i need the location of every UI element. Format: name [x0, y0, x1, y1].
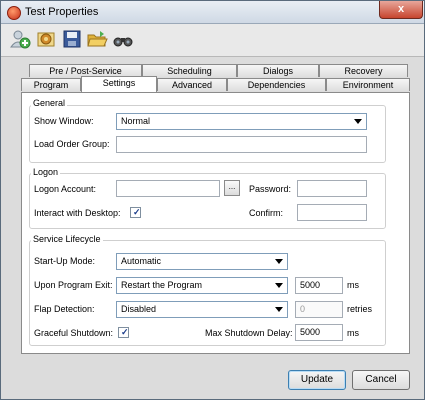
save-icon[interactable] — [61, 28, 83, 50]
flap-detection-label: Flap Detection: — [34, 304, 95, 314]
show-window-value: Normal — [121, 116, 151, 126]
check-icon: ✓ — [133, 207, 141, 217]
logon-account-label: Logon Account: — [34, 184, 97, 194]
confirm-label: Confirm: — [249, 208, 284, 218]
binoculars-icon[interactable] — [112, 28, 134, 50]
startup-mode-label: Start-Up Mode: — [34, 256, 96, 266]
chevron-down-icon — [275, 259, 283, 264]
max-shutdown-delay-label: Max Shutdown Delay: — [205, 328, 293, 338]
tab-program[interactable]: Program — [21, 78, 81, 91]
logon-group-label: Logon — [31, 167, 61, 177]
cancel-button[interactable]: Cancel — [352, 370, 410, 390]
settings-panel: General Show Window: Normal Load Order G… — [21, 92, 410, 354]
close-button[interactable]: x — [379, 1, 423, 19]
load-order-input[interactable] — [116, 136, 367, 153]
window-title: Test Properties — [25, 6, 99, 18]
graceful-shutdown-checkbox[interactable]: ✓ — [118, 327, 129, 338]
flap-retries-unit: retries — [347, 304, 373, 314]
tab-row-front: Program Settings Advanced Dependencies E… — [21, 76, 410, 92]
tab-environment[interactable]: Environment — [326, 78, 410, 91]
tab-row-back: Pre / Post-Service Scheduling Dialogs Re… — [21, 64, 410, 78]
browse-account-button[interactable]: ... — [224, 180, 240, 196]
password-input[interactable] — [297, 180, 367, 197]
max-shutdown-delay-input[interactable]: 5000 — [295, 324, 343, 341]
startup-mode-select[interactable]: Automatic — [116, 253, 288, 270]
startup-mode-value: Automatic — [121, 256, 162, 266]
add-user-icon[interactable] — [9, 28, 31, 50]
check-icon: ✓ — [121, 327, 129, 337]
settings-icon[interactable] — [35, 28, 57, 50]
interact-desktop-label: Interact with Desktop: — [34, 208, 121, 218]
flap-detection-select[interactable]: Disabled — [116, 301, 288, 318]
update-button[interactable]: Update — [288, 370, 346, 390]
logon-account-input[interactable] — [116, 180, 220, 197]
password-label: Password: — [249, 184, 292, 194]
properties-window: Test Properties x Pre / Post-Service Sch… — [0, 0, 425, 400]
program-exit-label: Upon Program Exit: — [34, 280, 113, 290]
interact-desktop-checkbox[interactable]: ✓ — [130, 207, 141, 218]
chevron-down-icon — [275, 283, 283, 288]
lifecycle-group-label: Service Lifecycle — [31, 234, 103, 244]
flap-detection-value: Disabled — [121, 304, 157, 314]
confirm-input[interactable] — [297, 204, 367, 221]
tab-dependencies[interactable]: Dependencies — [227, 78, 326, 91]
chevron-down-icon — [354, 119, 362, 124]
tab-dialogs[interactable]: Dialogs — [237, 64, 319, 77]
flap-retries-input[interactable]: 0 — [295, 301, 343, 318]
max-shutdown-delay-unit: ms — [347, 328, 359, 338]
title-bar[interactable]: Test Properties x — [1, 1, 424, 24]
exit-delay-input[interactable]: 5000 — [295, 277, 343, 294]
chevron-down-icon — [275, 307, 283, 312]
tab-settings[interactable]: Settings — [81, 76, 157, 92]
app-icon — [7, 6, 21, 20]
program-exit-select[interactable]: Restart the Program — [116, 277, 288, 294]
exit-delay-unit: ms — [347, 280, 359, 290]
tab-advanced[interactable]: Advanced — [157, 78, 227, 91]
program-exit-value: Restart the Program — [121, 280, 203, 290]
toolbar — [1, 24, 424, 57]
open-folder-icon[interactable] — [86, 28, 108, 50]
general-group-label: General — [31, 98, 68, 108]
graceful-shutdown-label: Graceful Shutdown: — [34, 328, 114, 338]
show-window-select[interactable]: Normal — [116, 113, 367, 130]
show-window-label: Show Window: — [34, 116, 94, 126]
tab-recovery[interactable]: Recovery — [319, 64, 408, 77]
load-order-label: Load Order Group: — [34, 139, 110, 149]
